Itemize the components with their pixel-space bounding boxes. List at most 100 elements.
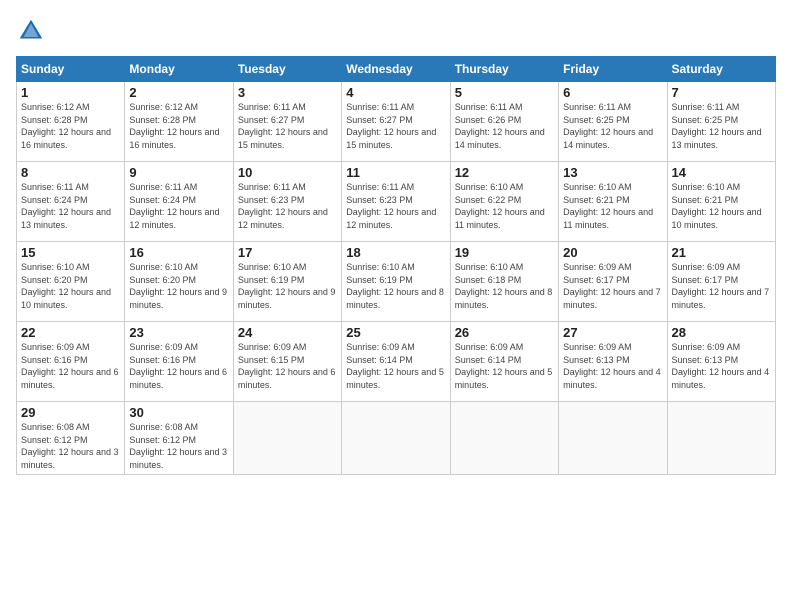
calendar-day-cell: 11 Sunrise: 6:11 AMSunset: 6:23 PMDayligh… bbox=[342, 162, 450, 242]
day-number: 27 bbox=[563, 325, 662, 340]
calendar-week-row: 22Sunrise: 6:09 AMSunset: 6:16 PMDayligh… bbox=[17, 322, 776, 402]
day-number: 17 bbox=[238, 245, 337, 260]
day-info: Sunrise: 6:10 AMSunset: 6:21 PMDaylight:… bbox=[563, 182, 653, 230]
calendar-day-cell: 28 Sunrise: 6:09 AMSunset: 6:13 PMDayligh… bbox=[667, 322, 775, 402]
day-number: 2 bbox=[129, 85, 228, 100]
calendar-day-cell: 29 Sunrise: 6:08 AMSunset: 6:12 PMDayligh… bbox=[17, 402, 125, 475]
day-number: 11 bbox=[346, 165, 445, 180]
calendar-day-header: Thursday bbox=[450, 57, 558, 82]
day-number: 15 bbox=[21, 245, 120, 260]
calendar-header-row: SundayMondayTuesdayWednesdayThursdayFrid… bbox=[17, 57, 776, 82]
calendar-day-cell: 12Sunrise: 6:10 AMSunset: 6:22 PMDayligh… bbox=[450, 162, 558, 242]
day-info: Sunrise: 6:12 AMSunset: 6:28 PMDaylight:… bbox=[21, 102, 111, 150]
calendar-day-header: Sunday bbox=[17, 57, 125, 82]
calendar-day-cell: 3Sunrise: 6:11 AMSunset: 6:27 PMDaylight… bbox=[233, 82, 341, 162]
calendar-day-cell: 23Sunrise: 6:09 AMSunset: 6:16 PMDayligh… bbox=[125, 322, 233, 402]
day-info: Sunrise: 6:11 AMSunset: 6:27 PMDaylight:… bbox=[346, 102, 436, 150]
day-info: Sunrise: 6:10 AMSunset: 6:19 PMDaylight:… bbox=[346, 262, 444, 310]
calendar-day-cell: 10Sunrise: 6:11 AMSunset: 6:23 PMDayligh… bbox=[233, 162, 341, 242]
calendar-day-cell: 6 Sunrise: 6:11 AMSunset: 6:25 PMDaylight… bbox=[559, 82, 667, 162]
day-info: Sunrise: 6:10 AMSunset: 6:20 PMDaylight:… bbox=[21, 262, 111, 310]
calendar-day-header: Tuesday bbox=[233, 57, 341, 82]
day-info: Sunrise: 6:09 AMSunset: 6:14 PMDaylight:… bbox=[455, 342, 553, 390]
calendar-day-cell: 7 Sunrise: 6:11 AMSunset: 6:25 PMDaylight… bbox=[667, 82, 775, 162]
day-number: 16 bbox=[129, 245, 228, 260]
calendar-day-cell: 4 Sunrise: 6:11 AMSunset: 6:27 PMDaylight… bbox=[342, 82, 450, 162]
page-container: SundayMondayTuesdayWednesdayThursdayFrid… bbox=[0, 0, 792, 612]
calendar-week-row: 1Sunrise: 6:12 AMSunset: 6:28 PMDaylight… bbox=[17, 82, 776, 162]
day-number: 18 bbox=[346, 245, 445, 260]
calendar-day-cell: 20 Sunrise: 6:09 AMSunset: 6:17 PMDayligh… bbox=[559, 242, 667, 322]
calendar-day-cell bbox=[233, 402, 341, 475]
day-info: Sunrise: 6:08 AMSunset: 6:12 PMDaylight:… bbox=[21, 422, 119, 470]
calendar-day-cell: 16 Sunrise: 6:10 AMSunset: 6:20 PMDayligh… bbox=[125, 242, 233, 322]
calendar-day-cell: 9 Sunrise: 6:11 AMSunset: 6:24 PMDaylight… bbox=[125, 162, 233, 242]
day-number: 5 bbox=[455, 85, 554, 100]
calendar-day-cell: 18 Sunrise: 6:10 AMSunset: 6:19 PMDayligh… bbox=[342, 242, 450, 322]
calendar-day-cell: 19 Sunrise: 6:10 AMSunset: 6:18 PMDayligh… bbox=[450, 242, 558, 322]
day-info: Sunrise: 6:09 AMSunset: 6:15 PMDaylight:… bbox=[238, 342, 336, 390]
day-info: Sunrise: 6:11 AMSunset: 6:24 PMDaylight:… bbox=[129, 182, 219, 230]
day-number: 30 bbox=[129, 405, 228, 420]
day-number: 14 bbox=[672, 165, 771, 180]
day-info: Sunrise: 6:10 AMSunset: 6:22 PMDaylight:… bbox=[455, 182, 545, 230]
calendar-day-cell: 30 Sunrise: 6:08 AMSunset: 6:12 PMDayligh… bbox=[125, 402, 233, 475]
day-info: Sunrise: 6:11 AMSunset: 6:23 PMDaylight:… bbox=[238, 182, 328, 230]
calendar-day-cell: 14Sunrise: 6:10 AMSunset: 6:21 PMDayligh… bbox=[667, 162, 775, 242]
day-number: 4 bbox=[346, 85, 445, 100]
day-number: 28 bbox=[672, 325, 771, 340]
calendar-day-cell: 15 Sunrise: 6:10 AMSunset: 6:20 PMDayligh… bbox=[17, 242, 125, 322]
calendar-day-cell: 25 Sunrise: 6:09 AMSunset: 6:14 PMDayligh… bbox=[342, 322, 450, 402]
calendar-day-header: Saturday bbox=[667, 57, 775, 82]
day-number: 29 bbox=[21, 405, 120, 420]
day-number: 3 bbox=[238, 85, 337, 100]
day-info: Sunrise: 6:10 AMSunset: 6:18 PMDaylight:… bbox=[455, 262, 553, 310]
day-info: Sunrise: 6:09 AMSunset: 6:13 PMDaylight:… bbox=[563, 342, 661, 390]
calendar-week-row: 8 Sunrise: 6:11 AMSunset: 6:24 PMDaylight… bbox=[17, 162, 776, 242]
day-number: 26 bbox=[455, 325, 554, 340]
day-info: Sunrise: 6:09 AMSunset: 6:14 PMDaylight:… bbox=[346, 342, 444, 390]
day-number: 9 bbox=[129, 165, 228, 180]
day-info: Sunrise: 6:11 AMSunset: 6:25 PMDaylight:… bbox=[563, 102, 653, 150]
calendar-day-cell: 21Sunrise: 6:09 AMSunset: 6:17 PMDayligh… bbox=[667, 242, 775, 322]
calendar-day-cell: 26 Sunrise: 6:09 AMSunset: 6:14 PMDayligh… bbox=[450, 322, 558, 402]
day-number: 8 bbox=[21, 165, 120, 180]
day-info: Sunrise: 6:11 AMSunset: 6:23 PMDaylight:… bbox=[346, 182, 436, 230]
day-number: 21 bbox=[672, 245, 771, 260]
day-info: Sunrise: 6:09 AMSunset: 6:17 PMDaylight:… bbox=[563, 262, 661, 310]
day-info: Sunrise: 6:11 AMSunset: 6:26 PMDaylight:… bbox=[455, 102, 545, 150]
calendar-table: SundayMondayTuesdayWednesdayThursdayFrid… bbox=[16, 56, 776, 475]
calendar-day-header: Friday bbox=[559, 57, 667, 82]
day-number: 7 bbox=[672, 85, 771, 100]
day-info: Sunrise: 6:11 AMSunset: 6:25 PMDaylight:… bbox=[672, 102, 762, 150]
day-info: Sunrise: 6:08 AMSunset: 6:12 PMDaylight:… bbox=[129, 422, 227, 470]
calendar-day-cell: 22Sunrise: 6:09 AMSunset: 6:16 PMDayligh… bbox=[17, 322, 125, 402]
calendar-day-header: Wednesday bbox=[342, 57, 450, 82]
calendar-day-cell: 13 Sunrise: 6:10 AMSunset: 6:21 PMDayligh… bbox=[559, 162, 667, 242]
day-number: 13 bbox=[563, 165, 662, 180]
calendar-day-cell: 27 Sunrise: 6:09 AMSunset: 6:13 PMDayligh… bbox=[559, 322, 667, 402]
calendar-day-cell bbox=[342, 402, 450, 475]
calendar-day-cell bbox=[450, 402, 558, 475]
day-number: 19 bbox=[455, 245, 554, 260]
calendar-day-header: Monday bbox=[125, 57, 233, 82]
day-info: Sunrise: 6:12 AMSunset: 6:28 PMDaylight:… bbox=[129, 102, 219, 150]
day-number: 20 bbox=[563, 245, 662, 260]
calendar-day-cell: 1Sunrise: 6:12 AMSunset: 6:28 PMDaylight… bbox=[17, 82, 125, 162]
day-number: 25 bbox=[346, 325, 445, 340]
calendar-day-cell bbox=[559, 402, 667, 475]
day-number: 23 bbox=[129, 325, 228, 340]
calendar-day-cell: 17Sunrise: 6:10 AMSunset: 6:19 PMDayligh… bbox=[233, 242, 341, 322]
calendar-day-cell: 8 Sunrise: 6:11 AMSunset: 6:24 PMDaylight… bbox=[17, 162, 125, 242]
day-info: Sunrise: 6:09 AMSunset: 6:16 PMDaylight:… bbox=[21, 342, 119, 390]
calendar-day-cell: 5 Sunrise: 6:11 AMSunset: 6:26 PMDaylight… bbox=[450, 82, 558, 162]
day-info: Sunrise: 6:11 AMSunset: 6:24 PMDaylight:… bbox=[21, 182, 111, 230]
day-info: Sunrise: 6:10 AMSunset: 6:20 PMDaylight:… bbox=[129, 262, 227, 310]
day-number: 6 bbox=[563, 85, 662, 100]
calendar-day-cell: 24 Sunrise: 6:09 AMSunset: 6:15 PMDayligh… bbox=[233, 322, 341, 402]
calendar-day-cell bbox=[667, 402, 775, 475]
logo-icon bbox=[16, 16, 46, 46]
calendar-day-cell: 2 Sunrise: 6:12 AMSunset: 6:28 PMDaylight… bbox=[125, 82, 233, 162]
day-number: 24 bbox=[238, 325, 337, 340]
day-info: Sunrise: 6:09 AMSunset: 6:13 PMDaylight:… bbox=[672, 342, 770, 390]
